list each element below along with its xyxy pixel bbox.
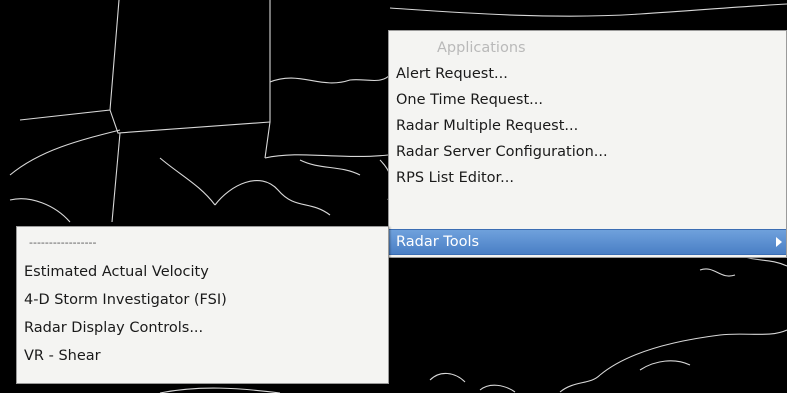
menu-item-label: Alert Request...: [396, 66, 508, 82]
menu-item-4d-storm-investigator[interactable]: 4-D Storm Investigator (FSI): [17, 287, 388, 313]
menu-item-one-time-request[interactable]: One Time Request...: [389, 87, 786, 113]
menu-item-radar-multiple-request[interactable]: Radar Multiple Request...: [389, 113, 786, 139]
menu-item-estimated-actual-velocity[interactable]: Estimated Actual Velocity: [17, 259, 388, 285]
menu-item-label: Radar Server Configuration...: [396, 144, 608, 160]
menu-item-label: One Time Request...: [396, 92, 543, 108]
menu-item-label: Radar Display Controls...: [24, 320, 204, 336]
applications-header-label: Applications: [437, 40, 526, 56]
menu-item-label: VR - Shear: [24, 348, 101, 364]
submenu-separator: -----------------: [17, 229, 388, 255]
menu-item-alert-request[interactable]: Alert Request...: [389, 61, 786, 87]
menu-item-radar-display-controls[interactable]: Radar Display Controls...: [17, 315, 388, 341]
applications-menu-header: Applications: [389, 35, 786, 61]
radar-tools-submenu: ----------------- Estimated Actual Veloc…: [16, 226, 389, 384]
menu-item-label: Radar Multiple Request...: [396, 118, 579, 134]
menu-item-radar-server-configuration[interactable]: Radar Server Configuration...: [389, 139, 786, 165]
menu-item-label: Estimated Actual Velocity: [24, 264, 209, 280]
submenu-arrow-icon: [776, 237, 782, 247]
menu-item-label: RPS List Editor...: [396, 170, 514, 186]
menu-item-label: Radar Tools: [396, 234, 480, 250]
separator-text: -----------------: [29, 235, 97, 249]
applications-menu: Applications Alert Request... One Time R…: [388, 30, 787, 258]
menu-item-radar-tools[interactable]: Radar Tools: [389, 229, 786, 255]
menu-item-label: 4-D Storm Investigator (FSI): [24, 292, 227, 308]
menu-item-rps-list-editor[interactable]: RPS List Editor...: [389, 165, 786, 191]
menu-item-vr-shear[interactable]: VR - Shear: [17, 343, 388, 369]
